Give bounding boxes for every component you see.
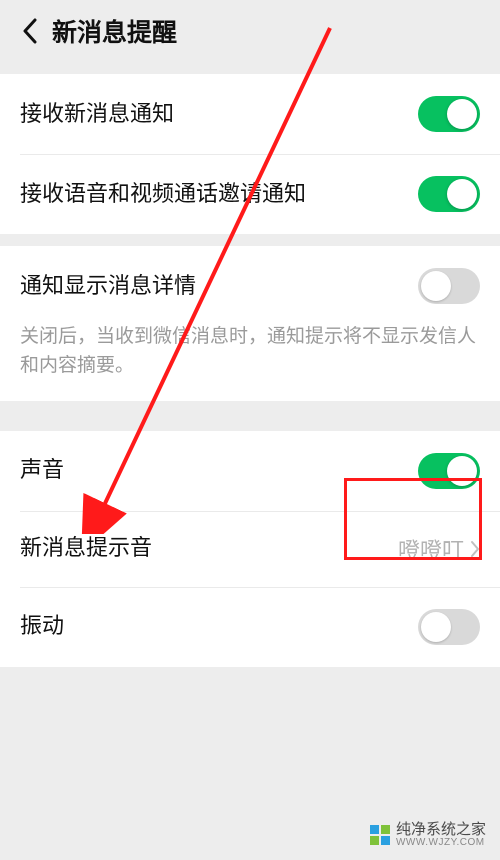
- group-message-detail: 通知显示消息详情 关闭后，当收到微信消息时，通知提示将不显示发信人和内容摘要。: [0, 246, 500, 401]
- row-receive-call-invite[interactable]: 接收语音和视频通话邀请通知: [0, 154, 500, 234]
- toggle-sound[interactable]: [418, 453, 480, 489]
- row-sound[interactable]: 声音: [0, 431, 500, 511]
- watermark-logo-icon: [370, 825, 390, 845]
- row-vibrate[interactable]: 振动: [0, 587, 500, 667]
- row-label: 声音: [20, 455, 418, 486]
- chevron-left-icon: [22, 18, 38, 44]
- group-notifications: 接收新消息通知 接收语音和视频通话邀请通知: [0, 74, 500, 234]
- group-description: 关闭后，当收到微信消息时，通知提示将不显示发信人和内容摘要。: [0, 318, 500, 401]
- row-label: 接收语音和视频通话邀请通知: [20, 179, 418, 210]
- row-show-message-detail[interactable]: 通知显示消息详情: [0, 246, 500, 318]
- page-title: 新消息提醒: [52, 13, 177, 49]
- toggle-receive-call-invite[interactable]: [418, 176, 480, 212]
- row-new-message-tone[interactable]: 新消息提示音 噔噔叮: [0, 511, 500, 587]
- group-sound: 声音 新消息提示音 噔噔叮 振动: [0, 431, 500, 667]
- watermark-sub: WWW.WJZY.COM: [396, 838, 486, 849]
- row-label: 新消息提示音: [20, 533, 398, 564]
- watermark-title: 纯净系统之家: [396, 822, 486, 838]
- row-label: 振动: [20, 611, 418, 642]
- toggle-vibrate[interactable]: [418, 609, 480, 645]
- row-receive-new-message[interactable]: 接收新消息通知: [0, 74, 500, 154]
- row-label: 通知显示消息详情: [20, 271, 418, 302]
- watermark: 纯净系统之家 WWW.WJZY.COM: [370, 822, 486, 848]
- chevron-right-icon: [470, 540, 480, 558]
- row-label: 接收新消息通知: [20, 99, 418, 130]
- row-value: 噔噔叮: [398, 533, 464, 565]
- back-button[interactable]: [10, 11, 50, 51]
- toggle-receive-new-message[interactable]: [418, 96, 480, 132]
- toggle-show-message-detail[interactable]: [418, 268, 480, 304]
